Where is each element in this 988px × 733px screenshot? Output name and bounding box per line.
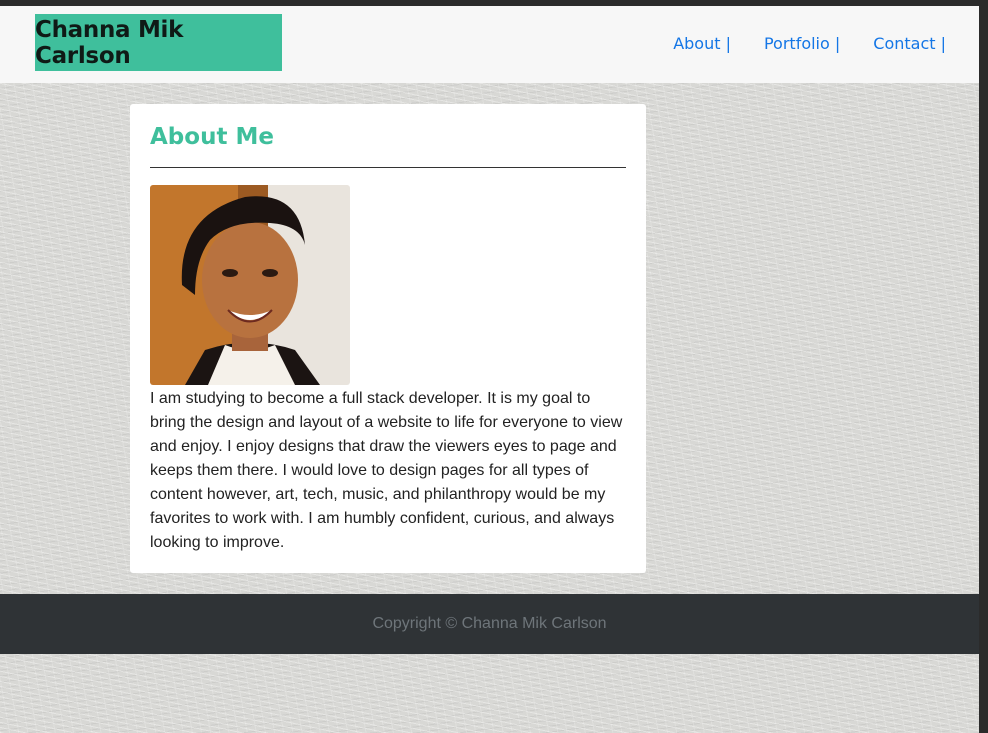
about-card: About Me I am studying to become a full … <box>130 104 646 573</box>
copyright-text: Copyright © Channa Mik Carlson <box>372 615 607 632</box>
window-edge <box>979 0 988 733</box>
page-viewport: Channa Mik Carlson About | Portfolio | C… <box>0 6 979 733</box>
about-bio: I am studying to become a full stack dev… <box>150 390 623 551</box>
nav-link-contact[interactable]: Contact | <box>873 34 946 53</box>
nav-link-about[interactable]: About | <box>673 34 731 53</box>
nav-link-portfolio[interactable]: Portfolio | <box>764 34 840 53</box>
site-header: Channa Mik Carlson About | Portfolio | C… <box>0 6 979 83</box>
main-nav: About | Portfolio | Contact | <box>640 34 946 53</box>
site-brand[interactable]: Channa Mik Carlson <box>35 14 282 71</box>
profile-photo <box>150 185 350 385</box>
about-title: About Me <box>150 124 274 150</box>
site-footer: Copyright © Channa Mik Carlson <box>0 594 979 654</box>
title-divider <box>150 167 626 168</box>
